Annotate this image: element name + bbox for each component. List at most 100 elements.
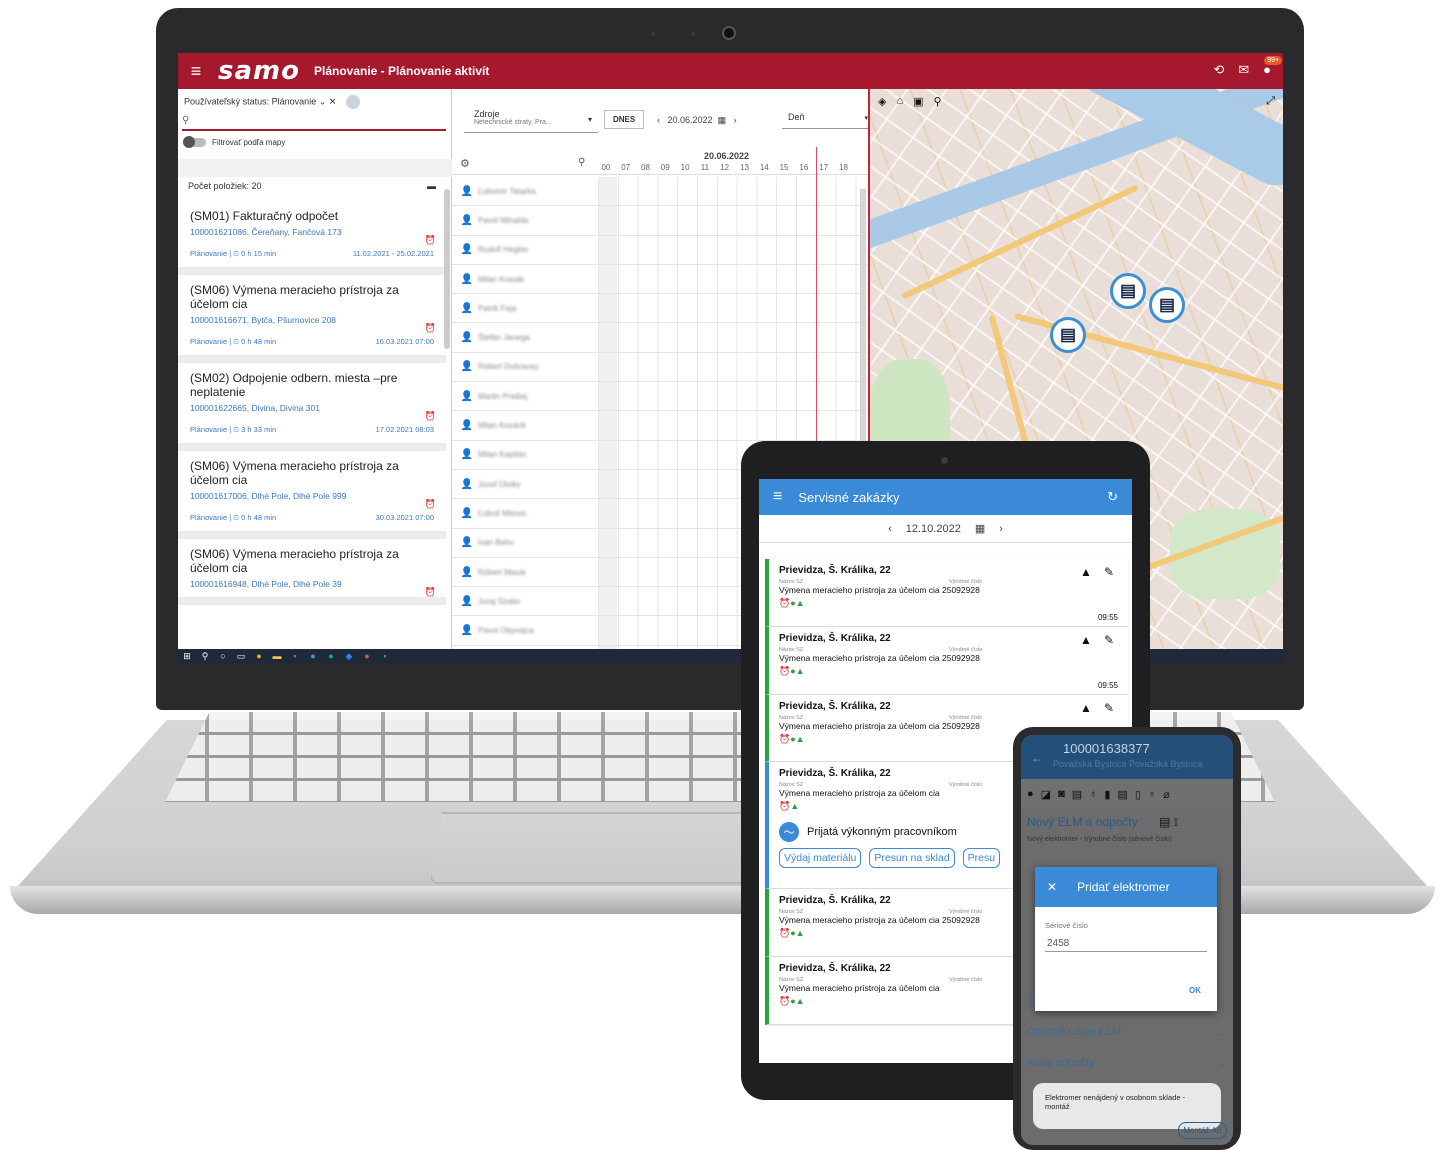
store-icon[interactable]: ▪: [286, 651, 304, 661]
resource-row[interactable]: 👤 Pavol Mihalda: [452, 206, 870, 236]
clipboard-pin-icon[interactable]: ▤: [1110, 273, 1146, 309]
resource-row[interactable]: 👤 Patrik Feja: [452, 294, 870, 324]
next-day-icon[interactable]: ›: [734, 115, 737, 125]
person-icon: 👤: [460, 361, 474, 373]
back-arrow-icon[interactable]: ←: [1031, 751, 1043, 765]
person-icon: 👤: [460, 273, 474, 285]
material-issue-button[interactable]: Výdaj materiálu: [779, 848, 862, 868]
accordion-row[interactable]: Z ⌄: [1021, 989, 1233, 1020]
menu-icon[interactable]: ≡: [773, 488, 782, 506]
service-order-card[interactable]: Prievidza, Š. Králika, 22 Názov SZ Výrobn…: [765, 559, 1128, 627]
list-item[interactable]: (SM06) Výmena meracieho prístroja za úče…: [178, 539, 446, 605]
hour-label: 16: [799, 163, 809, 172]
info-icon[interactable]: ●: [1027, 788, 1034, 800]
map-filter-toggle[interactable]: Filtrovať podľa mapy: [183, 136, 285, 148]
navigate-icon[interactable]: ▲: [1080, 701, 1092, 715]
resource-row[interactable]: 👤 Róbert Dubravay: [452, 353, 870, 383]
calendar-icon[interactable]: ▦: [718, 115, 727, 125]
attachment-icon[interactable]: ⌀: [1163, 788, 1170, 801]
clear-filter-icon[interactable]: [346, 95, 361, 109]
hour-label: 07: [621, 163, 631, 172]
accordion-row[interactable]: Nové odpočty ⌄: [1021, 1051, 1233, 1082]
serial-number-input[interactable]: 2458: [1045, 936, 1207, 952]
home-icon[interactable]: ⌂: [896, 95, 903, 108]
dialog-header: ✕ Pridať elektromer: [1035, 867, 1217, 907]
device-icon[interactable]: ▤: [1072, 788, 1082, 801]
navigate-icon[interactable]: ▲: [1080, 565, 1092, 579]
list-item[interactable]: (SM02) Odpojenie odbern. miesta –pre nep…: [178, 363, 446, 451]
resource-row[interactable]: 👤 Ľubomír Tatarka: [452, 177, 870, 207]
prev-date-icon[interactable]: ‹: [888, 523, 892, 535]
list-item[interactable]: (SM06) Výmena meracieho prístroja za úče…: [178, 275, 446, 363]
mail-icon[interactable]: ✉ 99+: [1238, 56, 1283, 78]
device-icon[interactable]: ▤: [1117, 788, 1127, 801]
search-icon[interactable]: ⚲: [196, 651, 214, 662]
resource-row[interactable]: 👤 Rudolf Heglas: [452, 236, 870, 265]
date-value: 12.10.2022: [905, 522, 961, 535]
folder-icon[interactable]: ▬: [268, 651, 286, 661]
gauge-icon[interactable]: ◙: [1058, 788, 1065, 800]
scrollbar[interactable]: [444, 189, 450, 349]
app-icon[interactable]: ●: [358, 651, 376, 661]
order-serial: 25092928: [942, 585, 980, 595]
dropdown-arrow-icon: ▾: [587, 115, 592, 124]
toggle-switch[interactable]: [183, 136, 206, 148]
resource-row[interactable]: 👤 Štefan Janega: [452, 323, 870, 353]
today-button[interactable]: DNES: [604, 110, 645, 129]
list-view-icon[interactable]: ▬: [427, 181, 436, 195]
edit-icon[interactable]: ✎: [1104, 701, 1114, 715]
search-icon[interactable]: ⚲: [934, 95, 942, 108]
vscode-icon[interactable]: ◆: [340, 651, 358, 662]
clipboard-pin-icon[interactable]: ▤: [1149, 287, 1185, 323]
excel-icon[interactable]: ▪: [376, 651, 394, 661]
hour-label: 18: [839, 163, 848, 172]
menu-icon[interactable]: ≡: [178, 61, 214, 82]
layers-icon[interactable]: ◈: [878, 95, 886, 108]
expand-icon[interactable]: ⤢: [1266, 95, 1275, 108]
resource-row[interactable]: 👤 Milan Kozárik: [452, 411, 870, 441]
refresh-icon[interactable]: ↻: [1107, 489, 1118, 505]
document-icon[interactable]: ▮: [1104, 788, 1110, 801]
search-input[interactable]: ⚲: [182, 115, 446, 131]
thermometer-icon[interactable]: ♁: [1148, 788, 1156, 800]
list-item[interactable]: (SM06) Výmena meracieho prístroja za úče…: [178, 451, 446, 539]
cortana-icon[interactable]: ○: [214, 651, 232, 661]
item-title: (SM06) Výmena meracieho prístroja za úče…: [190, 459, 399, 487]
clipboard-pin-icon[interactable]: ▤: [1050, 317, 1086, 353]
app-icon[interactable]: ●: [322, 651, 340, 661]
windows-start-icon[interactable]: ⊞: [178, 651, 196, 662]
filter-settings-icon[interactable]: ⚙: [460, 157, 470, 170]
resource-row[interactable]: 👤 Martin Priebej: [452, 382, 870, 412]
plug-icon[interactable]: ▯: [1135, 788, 1141, 801]
next-date-icon[interactable]: ›: [999, 523, 1003, 535]
search-icon: ⚲: [182, 115, 190, 126]
calendar-icon[interactable]: ▦: [975, 522, 985, 535]
order-address: Prievidza, Š. Králika, 22: [779, 633, 891, 644]
phone-sections: Z ⌄ Ostatné údaje ELM ⌄ Nové odpočty ⌄: [1021, 995, 1233, 1082]
accordion-row[interactable]: Ostatné údaje ELM ⌄: [1021, 1020, 1233, 1051]
briefcase-icon[interactable]: ▣: [913, 95, 923, 108]
history-icon[interactable]: ⟲: [1213, 62, 1224, 78]
search-icon[interactable]: ⚲: [578, 157, 585, 168]
close-icon[interactable]: ✕: [1047, 880, 1057, 894]
list-item[interactable]: (SM01) Fakturačný odpočet 100001621086, …: [178, 201, 446, 275]
task-view-icon[interactable]: ▭: [232, 651, 250, 662]
filter-chip[interactable]: Používateľský status: Plánovanie ⌄ ✕: [184, 95, 361, 109]
item-title: (SM02) Odpojenie odbern. miesta –pre nep…: [190, 371, 398, 399]
resource-row[interactable]: 👤 Milan Kresák: [452, 265, 870, 295]
thermometer-icon[interactable]: ♁: [1089, 788, 1097, 800]
person-icon: 👤: [460, 244, 474, 256]
view-select[interactable]: Deň ▾: [782, 109, 868, 129]
chrome-icon[interactable]: ●: [250, 651, 268, 661]
meter-icon[interactable]: ◪: [1041, 788, 1051, 801]
move-to-warehouse-button[interactable]: Presun na sklad: [869, 848, 955, 868]
navigate-icon[interactable]: ▲: [1080, 633, 1092, 647]
resource-select[interactable]: Zdroje Netechnické straty, Pra... ▾: [464, 107, 598, 133]
move-button[interactable]: Presu: [962, 848, 1001, 868]
edit-icon[interactable]: ✎: [1104, 633, 1114, 647]
edge-icon[interactable]: ●: [304, 651, 322, 661]
service-order-card[interactable]: Prievidza, Š. Králika, 22 Názov SZ Výrobn…: [765, 627, 1128, 695]
prev-day-icon[interactable]: ‹: [657, 115, 660, 125]
montaz-button[interactable]: Montáž AB: [1178, 1122, 1227, 1139]
edit-icon[interactable]: ✎: [1104, 565, 1114, 579]
